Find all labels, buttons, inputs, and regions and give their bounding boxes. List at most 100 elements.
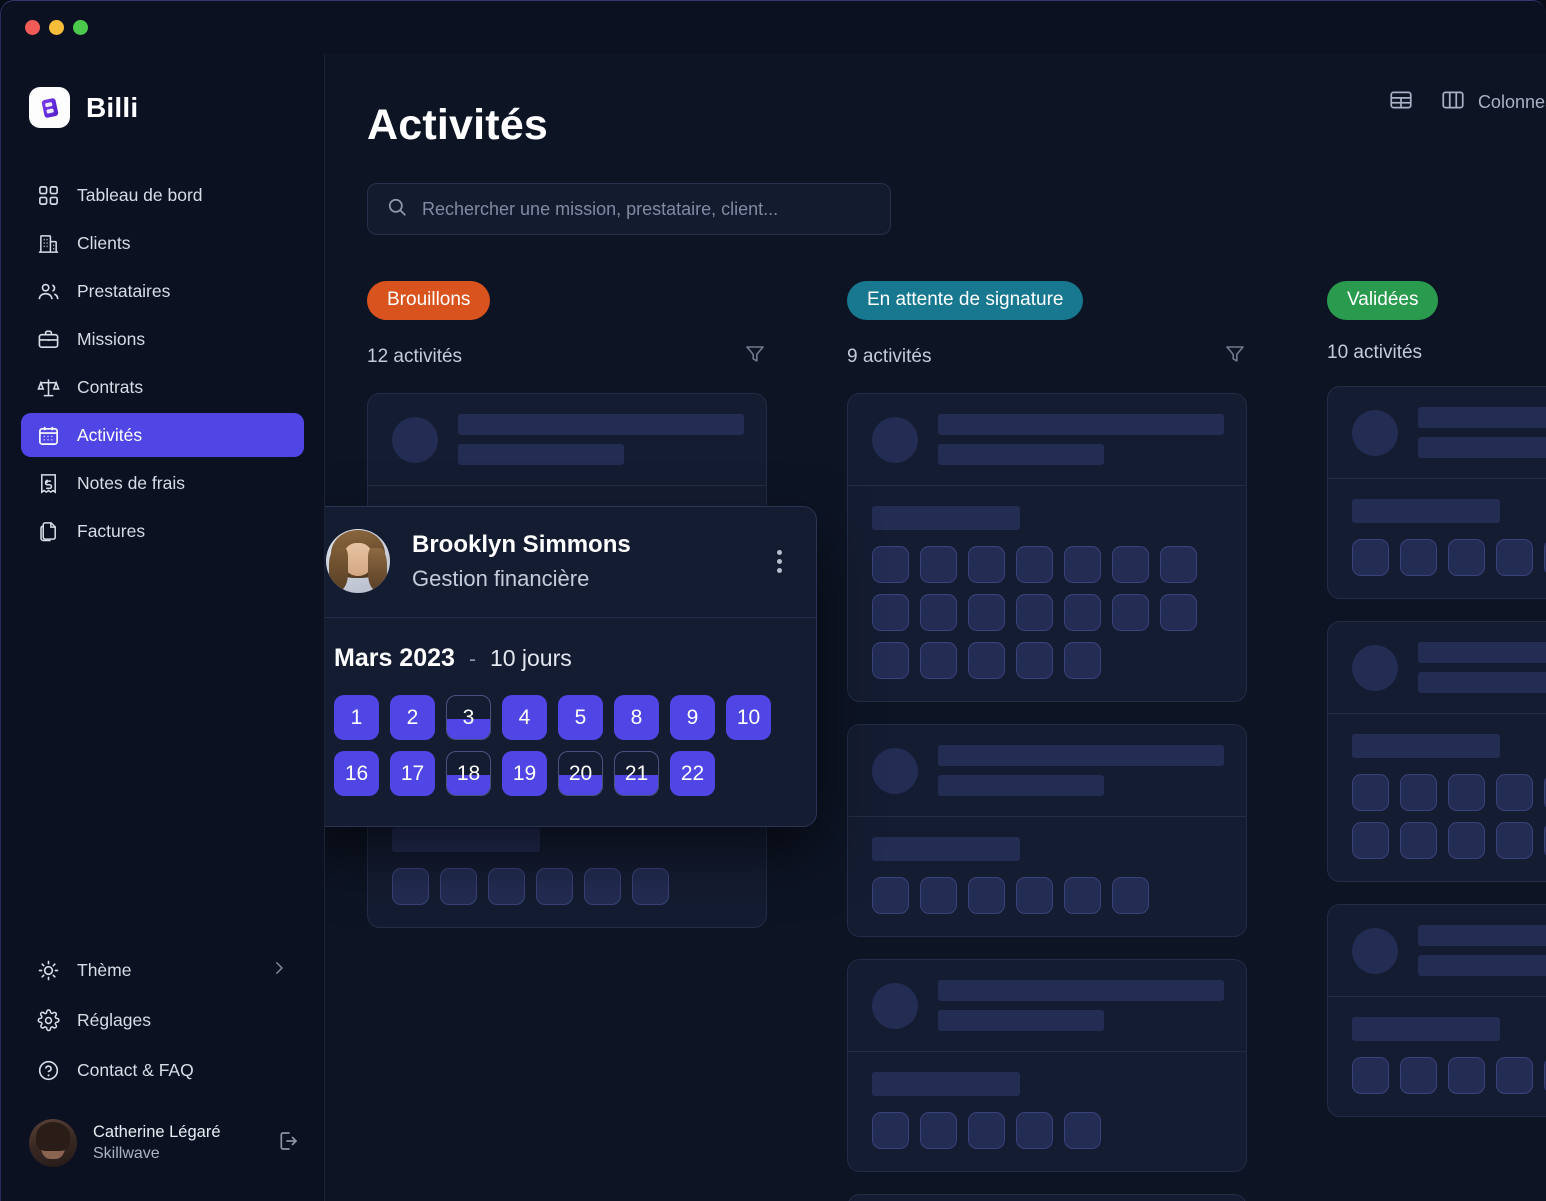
skeleton-chip (440, 868, 477, 905)
avatar (29, 1119, 77, 1167)
skeleton-avatar (1352, 410, 1398, 456)
columns-view-button[interactable]: Colonnes (1440, 87, 1546, 118)
day-cell-half[interactable]: 21 (614, 751, 659, 796)
skeleton-chip (1496, 774, 1533, 811)
sidebar-item-label: Thème (77, 960, 131, 981)
skeleton-chip (1400, 822, 1437, 859)
sidebar-item-factures[interactable]: Factures (21, 509, 304, 553)
sidebar-item-missions[interactable]: Missions (21, 317, 304, 361)
board-column-validees: Validées 10 activités (1327, 281, 1546, 1192)
day-grid: 1 2 3 4 5 8 9 10 16 17 18 (334, 695, 790, 796)
day-cell[interactable]: 17 (390, 751, 435, 796)
building-icon (37, 232, 60, 255)
skeleton-chip-grid (1352, 1057, 1546, 1094)
more-vertical-icon[interactable] (767, 540, 792, 583)
window-maximize-button[interactable] (73, 20, 88, 35)
day-cell[interactable]: 5 (558, 695, 603, 740)
day-cell-half[interactable]: 3 (446, 695, 491, 740)
status-badge: En attente de signature (847, 281, 1083, 320)
day-cell[interactable]: 10 (726, 695, 771, 740)
skeleton-chip (1016, 546, 1053, 583)
logout-icon[interactable] (276, 1129, 300, 1158)
filter-icon[interactable] (1223, 342, 1247, 371)
skeleton-chip (1448, 1057, 1485, 1094)
user-org: Skillwave (93, 1145, 221, 1163)
skeleton-line (1418, 955, 1546, 976)
skeleton-chip (1016, 877, 1053, 914)
activity-card-skeleton[interactable] (1327, 904, 1546, 1117)
sidebar-nav: Tableau de bord Clients (1, 173, 324, 553)
sidebar-item-clients[interactable]: Clients (21, 221, 304, 265)
day-cell[interactable]: 8 (614, 695, 659, 740)
day-cell-half[interactable]: 20 (558, 751, 603, 796)
skeleton-chip (920, 1112, 957, 1149)
sidebar-bottom-nav: Thème Réglages (1, 947, 324, 1093)
billi-logo-icon (29, 87, 70, 128)
activity-card-skeleton[interactable] (847, 1194, 1247, 1201)
skeleton-chip (872, 1112, 909, 1149)
sidebar-item-prestataires[interactable]: Prestataires (21, 269, 304, 313)
app-window: Billi Tableau de bord (0, 0, 1546, 1201)
activity-card-skeleton[interactable] (847, 959, 1247, 1172)
skeleton-chip (1112, 877, 1149, 914)
sidebar-item-contact-faq[interactable]: Contact & FAQ (21, 1047, 304, 1093)
sidebar-item-reglages[interactable]: Réglages (21, 997, 304, 1043)
skeleton-chip (872, 546, 909, 583)
filter-icon[interactable] (743, 342, 767, 371)
activity-card-skeleton[interactable] (1327, 386, 1546, 599)
day-cell-half[interactable]: 18 (446, 751, 491, 796)
activity-card-skeleton[interactable] (847, 724, 1247, 937)
skeleton-avatar (392, 417, 438, 463)
day-cell[interactable]: 2 (390, 695, 435, 740)
day-cell[interactable]: 4 (502, 695, 547, 740)
activity-card-skeleton[interactable] (1327, 621, 1546, 882)
activity-card-skeleton[interactable] (847, 393, 1247, 702)
table-view-icon (1388, 87, 1414, 118)
skeleton-chip (968, 877, 1005, 914)
day-cell[interactable]: 19 (502, 751, 547, 796)
sidebar-item-notes-de-frais[interactable]: Notes de frais (21, 461, 304, 505)
sidebar-item-tableau-de-bord[interactable]: Tableau de bord (21, 173, 304, 217)
window-close-button[interactable] (25, 20, 40, 35)
skeleton-chip (1064, 546, 1101, 583)
sidebar-item-theme[interactable]: Thème (21, 947, 304, 993)
sidebar-item-contrats[interactable]: Contrats (21, 365, 304, 409)
skeleton-chip (1016, 1112, 1053, 1149)
board-column-en-attente-de-signature: En attente de signature 9 activités (847, 281, 1247, 1192)
scales-icon (37, 376, 60, 399)
sun-icon (37, 959, 60, 982)
table-view-button[interactable] (1388, 87, 1414, 118)
sidebar-item-activites[interactable]: Activités (21, 413, 304, 457)
skeleton-chip (1352, 822, 1389, 859)
sidebar-item-label: Factures (77, 521, 145, 542)
skeleton-line (938, 1010, 1104, 1031)
skeleton-chip (584, 868, 621, 905)
skeleton-chip-grid (872, 1112, 1224, 1149)
skeleton-chip (1112, 546, 1149, 583)
day-row: 16 17 18 19 20 21 22 (334, 751, 790, 796)
skeleton-chip (920, 546, 957, 583)
skeleton-line (1352, 499, 1500, 523)
status-badge: Brouillons (367, 281, 490, 320)
skeleton-avatar (1352, 645, 1398, 691)
users-icon (37, 280, 60, 303)
column-count: 9 activités (847, 346, 931, 368)
columns-view-icon (1440, 87, 1466, 118)
window-minimize-button[interactable] (49, 20, 64, 35)
day-cell[interactable]: 9 (670, 695, 715, 740)
skeleton-chip (872, 642, 909, 679)
skeleton-chip (1400, 539, 1437, 576)
period-month: Mars 2023 (334, 644, 455, 673)
skeleton-chip (1400, 1057, 1437, 1094)
sidebar-user[interactable]: Catherine Légaré Skillwave (1, 1093, 324, 1201)
documents-icon (37, 520, 60, 543)
day-cell[interactable]: 22 (670, 751, 715, 796)
sidebar-item-label: Notes de frais (77, 473, 185, 494)
activity-detail-popover[interactable]: Brooklyn Simmons Gestion financière Mars… (325, 506, 817, 827)
day-cell[interactable]: 1 (334, 695, 379, 740)
skeleton-line (938, 980, 1224, 1001)
search-bar[interactable] (367, 183, 891, 235)
search-input[interactable] (422, 199, 872, 220)
day-cell[interactable]: 16 (334, 751, 379, 796)
skeleton-line (938, 414, 1224, 435)
